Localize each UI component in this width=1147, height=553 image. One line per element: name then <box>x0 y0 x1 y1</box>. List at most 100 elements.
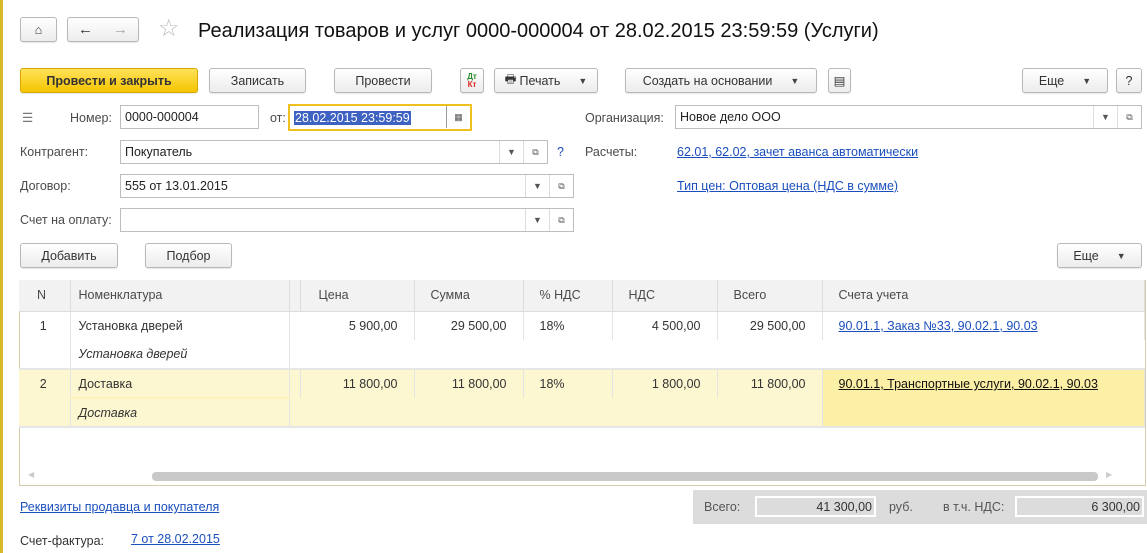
chevron-down-icon[interactable]: ▼ <box>499 141 523 163</box>
invoice-input[interactable]: ▼ ⧉ <box>120 208 574 232</box>
row-sum[interactable]: 11 800,00 <box>414 369 524 398</box>
table-row-selected[interactable]: 2 Доставка 11 800,00 11 800,00 18% 1 800… <box>19 369 1145 399</box>
table-more-button[interactable]: Еще ▼ <box>1057 243 1142 268</box>
scroll-left-icon[interactable]: ◀ <box>28 470 34 479</box>
contract-input[interactable]: 555 от 13.01.2015 ▼ ⧉ <box>120 174 574 198</box>
col-price[interactable]: Цена <box>300 280 415 312</box>
row-sub-empty <box>289 398 823 428</box>
table-row[interactable]: 1 Установка дверей 5 900,00 29 500,00 18… <box>19 311 1145 340</box>
row-item[interactable]: Доставка <box>70 369 290 399</box>
row-n-sub <box>19 398 71 428</box>
row-gap <box>289 369 301 398</box>
chevron-down-icon: ▼ <box>578 75 588 86</box>
row-sum[interactable]: 29 500,00 <box>414 311 524 340</box>
counterparty-value: Покупатель <box>125 145 193 159</box>
organization-input[interactable]: Новое дело ООО ▼ ⧉ <box>675 105 1142 129</box>
table-header: N Номенклатура Цена Сумма % НДС НДС Всег… <box>19 280 1145 312</box>
chevron-down-icon: ▼ <box>1116 250 1126 261</box>
post-and-close-button[interactable]: Провести и закрыть <box>20 68 198 93</box>
dt-kt-button[interactable]: Дт Кт <box>460 68 484 93</box>
counterparty-input[interactable]: Покупатель ▼ ⧉ <box>120 140 548 164</box>
row-vat[interactable]: 1 800,00 <box>612 369 718 398</box>
contract-label: Договор: <box>20 179 71 193</box>
row-n-sub <box>19 340 71 370</box>
open-icon[interactable]: ⧉ <box>549 175 573 197</box>
col-vat[interactable]: НДС <box>612 280 718 312</box>
row-n: 2 <box>19 369 71 398</box>
calendar-icon[interactable]: ▦ <box>446 106 470 128</box>
counterparty-help[interactable]: ? <box>557 145 564 159</box>
row-vat-rate[interactable]: 18% <box>523 369 613 398</box>
create-based-label: Создать на основании <box>642 73 773 88</box>
open-icon[interactable]: ⧉ <box>523 141 547 163</box>
back-arrow-icon[interactable]: ← <box>78 21 93 38</box>
row-total[interactable]: 11 800,00 <box>717 369 823 398</box>
save-button[interactable]: Записать <box>209 68 306 93</box>
col-gap <box>289 280 301 312</box>
more-button[interactable]: Еще ▼ <box>1022 68 1108 93</box>
help-button[interactable]: ? <box>1116 68 1142 93</box>
col-total[interactable]: Всего <box>717 280 823 312</box>
vat-total-value: 6 300,00 <box>1015 496 1144 517</box>
horizontal-scrollbar[interactable] <box>152 472 1098 481</box>
number-input[interactable]: 0000-000004 <box>120 105 259 129</box>
date-value: 28.02.2015 23:59:59 <box>294 110 411 125</box>
add-button[interactable]: Добавить <box>20 243 118 268</box>
row-price[interactable]: 11 800,00 <box>300 369 415 398</box>
invoice-factura-link[interactable]: 7 от 28.02.2015 <box>131 532 220 546</box>
pick-button[interactable]: Подбор <box>145 243 232 268</box>
row-accounts-link[interactable]: 90.01.1, Транспортные услуги, 90.02.1, 9… <box>839 377 1098 391</box>
row-price[interactable]: 5 900,00 <box>300 311 415 340</box>
date-input[interactable]: 28.02.2015 23:59:59 ▦ <box>288 104 472 131</box>
vat-total-label: в т.ч. НДС: <box>943 500 1005 514</box>
row-item[interactable]: Установка дверей <box>70 311 290 340</box>
post-button[interactable]: Провести <box>334 68 432 93</box>
page-title: Реализация товаров и услуг 0000-000004 о… <box>198 20 879 42</box>
document-icon[interactable]: ▤ <box>828 68 851 93</box>
chevron-down-icon: ▼ <box>790 75 800 86</box>
date-label: от: <box>270 111 286 125</box>
col-sum[interactable]: Сумма <box>414 280 524 312</box>
window-border <box>0 0 3 553</box>
row-vat[interactable]: 4 500,00 <box>612 311 718 340</box>
chevron-down-icon[interactable]: ▼ <box>525 175 549 197</box>
row-total[interactable]: 29 500,00 <box>717 311 823 340</box>
row-vat-rate[interactable]: 18% <box>523 311 613 340</box>
chevron-down-icon[interactable]: ▼ <box>525 209 549 231</box>
print-label: Печать <box>519 73 561 88</box>
settlements-link[interactable]: 62.01, 62.02, зачет аванса автоматически <box>677 145 918 159</box>
col-vat-rate[interactable]: % НДС <box>523 280 613 312</box>
home-button[interactable]: ⌂ <box>20 17 57 42</box>
col-item[interactable]: Номенклатура <box>70 280 290 312</box>
row-item-sub: Доставка <box>70 398 290 428</box>
contract-value: 555 от 13.01.2015 <box>125 179 228 193</box>
row-sub-empty <box>289 340 1145 370</box>
nav-buttons: ← → <box>67 17 139 42</box>
print-button[interactable]: 🖶 Печать ▼ <box>494 68 598 93</box>
home-icon: ⌂ <box>34 22 43 37</box>
open-icon[interactable]: ⧉ <box>549 209 573 231</box>
invoice-label: Счет на оплату: <box>20 213 112 227</box>
requisites-link[interactable]: Реквизиты продавца и покупателя <box>20 500 219 514</box>
row-accounts-link[interactable]: 90.01.1, Заказ №33, 90.02.1, 90.03 <box>839 319 1038 333</box>
star-icon[interactable]: ☆ <box>158 14 180 43</box>
col-n[interactable]: N <box>19 280 71 312</box>
table-row-sub[interactable]: Доставка <box>19 398 1145 428</box>
totals-panel: Всего: 41 300,00 руб. в т.ч. НДС: 6 300,… <box>693 490 1147 524</box>
total-value: 41 300,00 <box>755 496 876 517</box>
scroll-right-icon[interactable]: ▶ <box>1106 470 1112 479</box>
chevron-down-icon[interactable]: ▼ <box>1093 106 1117 128</box>
open-icon[interactable]: ⧉ <box>1117 106 1141 128</box>
list-icon[interactable]: ☰ <box>22 110 33 125</box>
price-type-link[interactable]: Тип цен: Оптовая цена (НДС в сумме) <box>677 179 898 193</box>
number-label: Номер: <box>70 111 112 125</box>
forward-arrow-icon[interactable]: → <box>113 21 128 38</box>
create-based-on-button[interactable]: Создать на основании ▼ <box>625 68 817 93</box>
goods-table: N Номенклатура Цена Сумма % НДС НДС Всег… <box>19 280 1145 428</box>
chevron-down-icon: ▼ <box>1082 75 1092 86</box>
organization-value: Новое дело ООО <box>680 110 781 124</box>
table-row-sub[interactable]: Установка дверей <box>19 340 1145 370</box>
table-more-label: Еще <box>1073 248 1099 263</box>
printer-icon: 🖶 <box>504 72 517 86</box>
col-accounts[interactable]: Счета учета <box>822 280 1145 312</box>
